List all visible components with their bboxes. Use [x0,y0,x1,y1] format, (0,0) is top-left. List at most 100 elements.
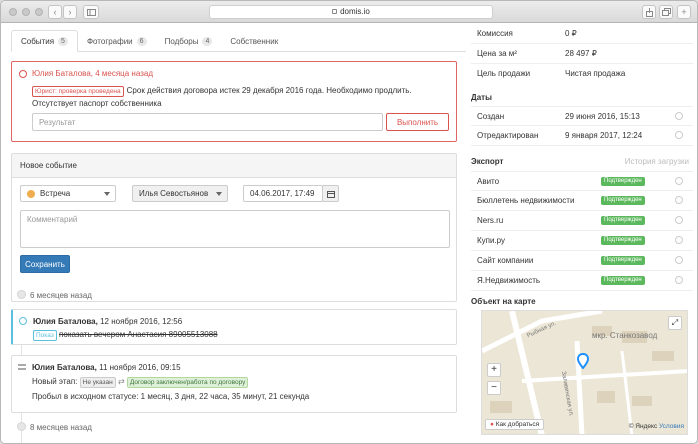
export-item: Бюллетень недвижимости Подтвержден [471,191,693,211]
agent-select[interactable]: Илья Севостьянов [132,185,228,202]
tab-bar: События 5 Фотографии 6 Подборы 4 Собственни… [11,30,466,52]
edited-value: 9 января 2017, 12:24 [565,131,643,140]
info-icon[interactable] [675,256,683,264]
tab-events[interactable]: События 5 [11,30,78,52]
zoom-out-button[interactable]: − [487,381,501,395]
zoom-in-button[interactable]: + [487,363,501,377]
user-icon [675,112,683,120]
chevron-down-icon [104,192,110,196]
commission-row: Комиссия 0 ₽ [471,24,693,44]
stage-to-tag: Договор заключен/работа по договору [126,377,249,388]
edited-row: Отредактирован 9 января 2017, 12:24 [471,126,693,146]
stage-duration: Пробыл в исходном статусе: 1 месяц, 3 дн… [32,392,310,401]
tab-label: Собственник [230,36,279,46]
export-item: Сайт компании Подтвержден [471,251,693,271]
timeline-group-label: 8 месяцев назад [30,423,92,432]
new-event-heading: Новое событие [12,154,456,178]
task-alert: Юлия Баталова, 4 месяца назад Юрист: про… [11,61,457,142]
forward-button[interactable]: › [63,5,77,19]
event-author: Юлия Баталова, [32,363,97,372]
fullscreen-button[interactable]: ⤢ [668,316,682,330]
address-bar[interactable]: domis.io [209,5,493,19]
map-terms-link[interactable]: Условия [659,423,684,430]
tab-label: Фотографии [86,36,133,46]
url-text: domis.io [340,7,370,16]
tabs-icon [661,8,671,16]
save-button[interactable]: Сохранить [20,255,70,273]
close-window-button[interactable] [9,8,17,16]
map-copyright-text: © Яндекс [628,423,658,430]
tab-selections[interactable]: Подборы 4 [156,30,222,52]
share-button[interactable] [642,5,656,19]
tabs-overview-button[interactable] [659,5,673,19]
result-input[interactable]: Результат [32,113,383,131]
tab-photos[interactable]: Фотографии 6 [78,30,156,52]
map-district-label: мкр. Станкозавод [592,331,658,340]
event-date: 11 ноября 2016, 09:15 [99,363,181,372]
export-status-badge: Подтвержден [601,196,645,205]
stage-label: Новый этап: [32,377,78,386]
created-label: Создан [477,112,505,121]
map-copyright: © Яндекс Условия [629,423,684,430]
event-author-line: Юлия Баталова, 11 ноября 2016, 09:15 [32,363,181,372]
info-icon[interactable] [675,177,683,185]
event-type-select[interactable]: Встреча [20,185,116,202]
export-history-link[interactable]: История загрузки [625,157,689,166]
info-icon[interactable] [675,196,683,204]
export-item: Купи.ру Подтвержден [471,231,693,251]
event-card-showing: Юлия Баталова, 12 ноября 2016, 12:56 Пок… [11,309,457,345]
commission-label: Комиссия [477,29,513,38]
price-label: Цена за м² [477,49,517,58]
datetime-input[interactable]: 04.06.2017, 17:49 [243,185,323,202]
tab-owner[interactable]: Собственник [221,30,287,52]
event-text: показать вечером Анастасия 89005513088 [59,330,218,339]
commission-value: 0 ₽ [565,29,577,38]
minimize-window-button[interactable] [22,8,30,16]
browser-window: ‹ › domis.io + События 5 Фотографии 6 Подб… [0,0,698,444]
alert-text: Юрист: проверка проведена Срок действия д… [32,84,452,110]
check-circle-icon[interactable] [19,317,27,325]
check-circle-icon[interactable] [19,70,27,78]
sidebar-button[interactable] [83,5,99,19]
page-content: События 5 Фотографии 6 Подборы 4 Собственни… [1,24,697,443]
price-value: 28 497 ₽ [565,49,597,58]
event-card-stage: Юлия Баталова, 11 ноября 2016, 09:15 Нов… [11,355,457,413]
export-status-badge: Подтвержден [601,177,645,186]
calendar-button[interactable] [322,185,339,202]
event-stage-line: Новый этап: Не указан ⇄ Договор заключен… [32,377,249,388]
alert-title: Юлия Баталова, 4 месяца назад [32,69,153,78]
price-row: Цена за м² 28 497 ₽ [471,44,693,64]
comment-placeholder: Комментарий [27,215,78,224]
goal-row: Цель продажи Чистая продажа [471,64,693,84]
timeline-group-label: 6 месяцев назад [30,291,92,300]
event-author: Юлия Баталова, [33,317,98,326]
info-icon[interactable] [675,236,683,244]
map-pin-icon[interactable] [577,353,589,369]
comment-textarea[interactable]: Комментарий [20,210,450,248]
timeline-dot [17,422,26,431]
edited-label: Отредактирован [477,131,539,140]
tab-count-badge: 4 [202,36,213,46]
tab-label: События [21,36,55,46]
plus-icon: + [491,364,497,375]
expand-icon: ⤢ [671,318,679,327]
browser-toolbar: ‹ › domis.io + [1,1,697,23]
chevron-right-icon: › [68,7,72,17]
export-name: Сайт компании [477,256,534,265]
new-tab-button[interactable]: + [677,5,691,19]
route-button[interactable]: ● Как добраться [485,419,545,430]
share-icon [645,7,653,17]
goal-label: Цель продажи [477,69,531,78]
back-button[interactable]: ‹ [48,5,62,19]
stage-from-tag: Не указан [79,377,116,388]
created-value: 29 июня 2016, 15:13 [565,112,640,121]
done-button[interactable]: Выполнить [386,113,449,131]
info-icon[interactable] [675,276,683,284]
map-widget[interactable]: мкр. Станкозавод Рыбная ул. Заливинская … [481,310,688,435]
route-label: Как добраться [495,421,540,428]
info-icon[interactable] [675,216,683,224]
export-status-badge: Подтвержден [601,236,645,245]
export-name: Бюллетень недвижимости [477,196,575,205]
sidebar-icon [86,8,96,16]
maximize-window-button[interactable] [35,8,43,16]
